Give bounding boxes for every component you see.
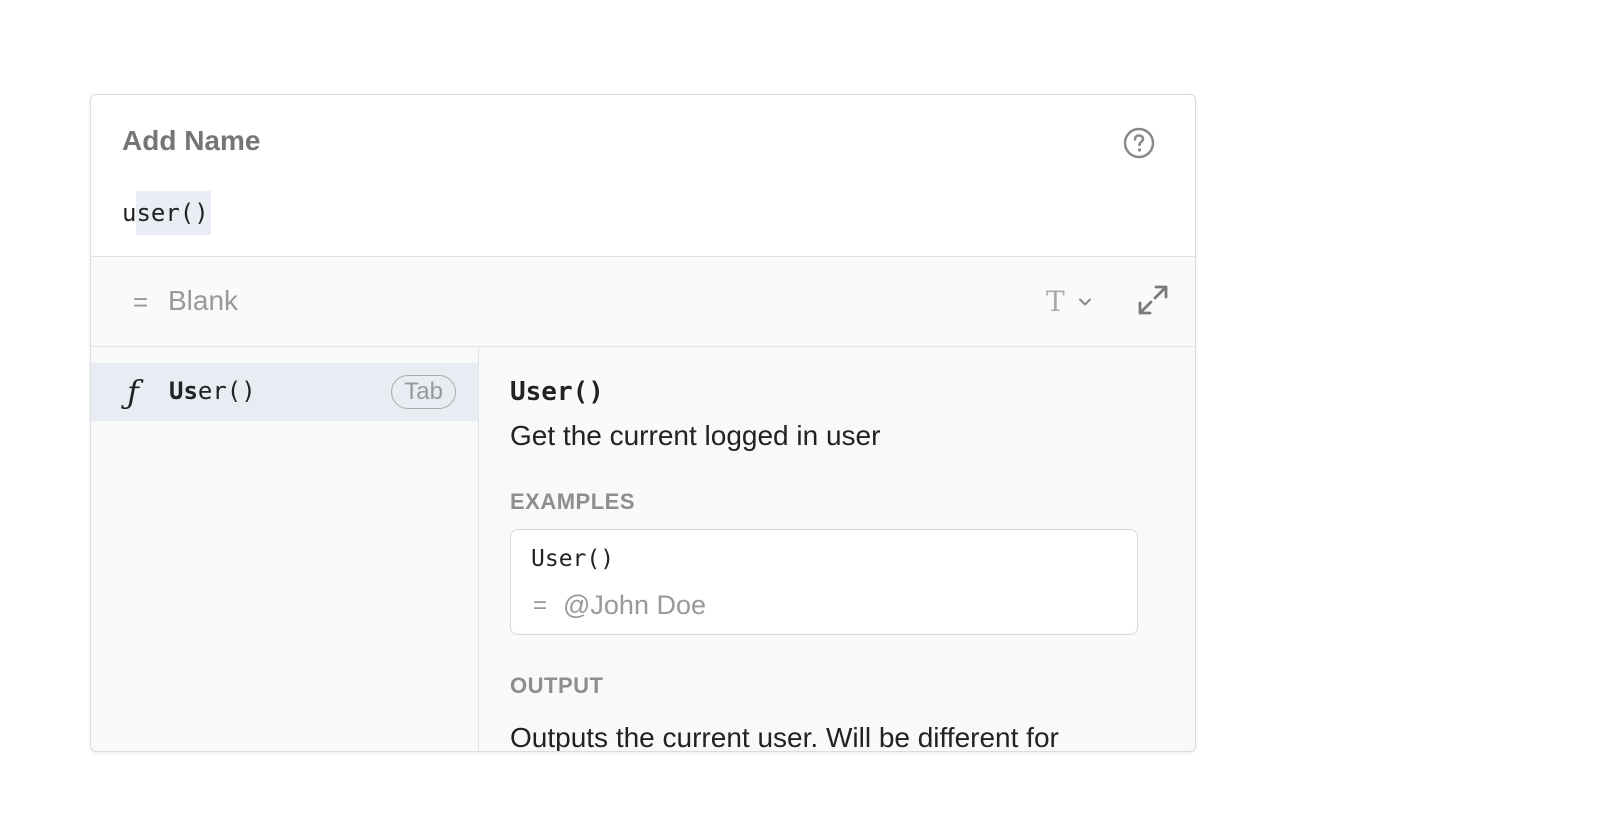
tab-key-badge: Tab (391, 375, 456, 409)
example-code: User() (531, 546, 615, 572)
formula-editor-card: user() = Blank T ƒ User() Tab User() Get… (90, 94, 1196, 752)
suggestion-label: User() (169, 377, 256, 405)
function-detail: User() Get the current logged in user EX… (479, 347, 1195, 751)
text-type-icon: T (1046, 285, 1065, 318)
formula-text-highlight: ser() (136, 191, 211, 235)
suggestion-rest: er() (197, 377, 256, 405)
expand-icon[interactable] (1136, 283, 1170, 317)
name-input[interactable] (122, 125, 722, 157)
output-heading: OUTPUT (510, 673, 604, 698)
chevron-down-icon (1078, 298, 1091, 305)
type-selector[interactable]: T (1046, 285, 1093, 318)
output-description: Outputs the current user. Will be differ… (510, 722, 1059, 752)
example-equals: = (533, 592, 548, 619)
suggestion-match: Us (169, 377, 198, 405)
example-result: @John Doe (563, 590, 706, 620)
formula-input[interactable]: u ser() (122, 191, 211, 235)
function-description: Get the current logged in user (510, 420, 881, 451)
autocomplete-panel: ƒ User() Tab User() Get the current logg… (91, 347, 1195, 751)
editor-header: user() (91, 95, 1195, 257)
equals-sign: = (133, 287, 149, 317)
suggestion-list: ƒ User() Tab (91, 347, 479, 751)
question-circle-icon[interactable] (1123, 127, 1155, 159)
examples-heading: EXAMPLES (510, 489, 636, 514)
function-icon: ƒ (127, 373, 139, 411)
result-value: Blank (168, 285, 239, 316)
result-bar: = Blank T (91, 257, 1195, 347)
formula-text: u (122, 199, 137, 227)
function-title: User() (510, 377, 604, 407)
suggestion-item-user[interactable]: ƒ User() Tab (91, 363, 478, 421)
example-box: User() = @John Doe (510, 529, 1138, 635)
